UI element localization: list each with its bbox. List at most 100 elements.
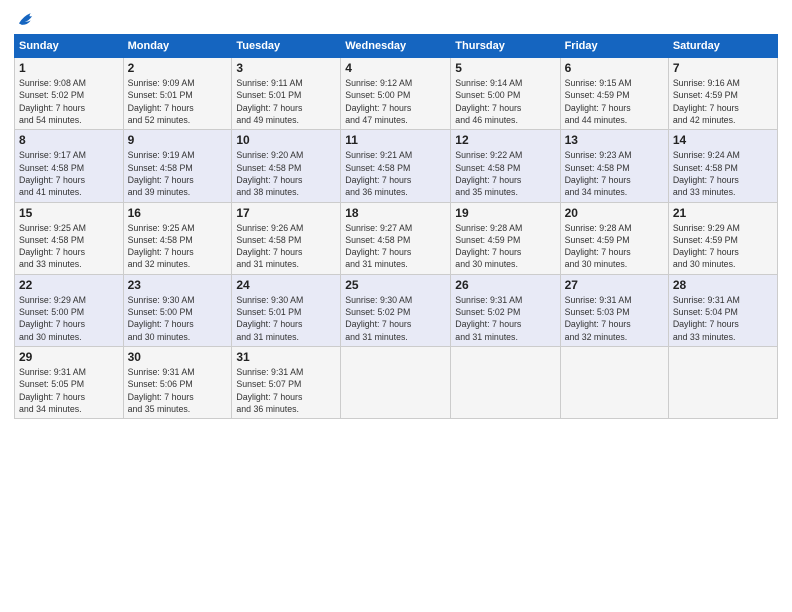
calendar-cell: [668, 347, 777, 419]
day-number: 24: [236, 278, 336, 292]
calendar-cell: 31 Sunrise: 9:31 AMSunset: 5:07 PMDayligh…: [232, 347, 341, 419]
calendar-cell: 14 Sunrise: 9:24 AMSunset: 4:58 PMDayligh…: [668, 130, 777, 202]
calendar-cell: 17Sunrise: 9:26 AMSunset: 4:58 PMDayligh…: [232, 202, 341, 274]
day-info: Sunrise: 9:15 AMSunset: 4:59 PMDaylight:…: [565, 77, 664, 126]
calendar-cell: 26 Sunrise: 9:31 AMSunset: 5:02 PMDayligh…: [451, 274, 560, 346]
day-number: 6: [565, 61, 664, 75]
day-info: Sunrise: 9:25 AMSunset: 4:58 PMDaylight:…: [128, 222, 228, 271]
day-number: 10: [236, 133, 336, 147]
weekday-header-thursday: Thursday: [451, 35, 560, 58]
day-number: 28: [673, 278, 773, 292]
calendar-cell: 29 Sunrise: 9:31 AMSunset: 5:05 PMDayligh…: [15, 347, 124, 419]
day-info: Sunrise: 9:23 AMSunset: 4:58 PMDaylight:…: [565, 149, 664, 198]
day-info: Sunrise: 9:12 AMSunset: 5:00 PMDaylight:…: [345, 77, 446, 126]
day-info: Sunrise: 9:11 AMSunset: 5:01 PMDaylight:…: [236, 77, 336, 126]
day-info: Sunrise: 9:31 AMSunset: 5:04 PMDaylight:…: [673, 294, 773, 343]
day-number: 21: [673, 206, 773, 220]
calendar-cell: 13Sunrise: 9:23 AMSunset: 4:58 PMDayligh…: [560, 130, 668, 202]
weekday-header-friday: Friday: [560, 35, 668, 58]
day-info: Sunrise: 9:16 AMSunset: 4:59 PMDaylight:…: [673, 77, 773, 126]
calendar-cell: 3 Sunrise: 9:11 AMSunset: 5:01 PMDaylight…: [232, 58, 341, 130]
day-number: 30: [128, 350, 228, 364]
day-number: 11: [345, 133, 446, 147]
calendar-cell: 21 Sunrise: 9:29 AMSunset: 4:59 PMDayligh…: [668, 202, 777, 274]
day-info: Sunrise: 9:19 AMSunset: 4:58 PMDaylight:…: [128, 149, 228, 198]
day-number: 1: [19, 61, 119, 75]
day-info: Sunrise: 9:30 AMSunset: 5:01 PMDaylight:…: [236, 294, 336, 343]
header: [14, 10, 778, 28]
weekday-header-tuesday: Tuesday: [232, 35, 341, 58]
calendar-week-row: 1 Sunrise: 9:08 AMSunset: 5:02 PMDaylight…: [15, 58, 778, 130]
day-info: Sunrise: 9:28 AMSunset: 4:59 PMDaylight:…: [455, 222, 555, 271]
day-number: 27: [565, 278, 664, 292]
weekday-header-wednesday: Wednesday: [341, 35, 451, 58]
day-number: 29: [19, 350, 119, 364]
day-number: 20: [565, 206, 664, 220]
day-number: 26: [455, 278, 555, 292]
day-info: Sunrise: 9:29 AMSunset: 5:00 PMDaylight:…: [19, 294, 119, 343]
calendar-cell: 19Sunrise: 9:28 AMSunset: 4:59 PMDayligh…: [451, 202, 560, 274]
day-number: 9: [128, 133, 228, 147]
day-info: Sunrise: 9:09 AMSunset: 5:01 PMDaylight:…: [128, 77, 228, 126]
day-info: Sunrise: 9:17 AMSunset: 4:58 PMDaylight:…: [19, 149, 119, 198]
weekday-header-row: SundayMondayTuesdayWednesdayThursdayFrid…: [15, 35, 778, 58]
day-info: Sunrise: 9:30 AMSunset: 5:02 PMDaylight:…: [345, 294, 446, 343]
day-info: Sunrise: 9:08 AMSunset: 5:02 PMDaylight:…: [19, 77, 119, 126]
calendar-cell: 7Sunrise: 9:16 AMSunset: 4:59 PMDaylight…: [668, 58, 777, 130]
calendar-cell: 1 Sunrise: 9:08 AMSunset: 5:02 PMDaylight…: [15, 58, 124, 130]
day-info: Sunrise: 9:20 AMSunset: 4:58 PMDaylight:…: [236, 149, 336, 198]
calendar-cell: 27 Sunrise: 9:31 AMSunset: 5:03 PMDayligh…: [560, 274, 668, 346]
calendar-cell: 22 Sunrise: 9:29 AMSunset: 5:00 PMDayligh…: [15, 274, 124, 346]
calendar-cell: 20 Sunrise: 9:28 AMSunset: 4:59 PMDayligh…: [560, 202, 668, 274]
calendar-week-row: 22 Sunrise: 9:29 AMSunset: 5:00 PMDayligh…: [15, 274, 778, 346]
day-info: Sunrise: 9:14 AMSunset: 5:00 PMDaylight:…: [455, 77, 555, 126]
day-number: 3: [236, 61, 336, 75]
day-info: Sunrise: 9:29 AMSunset: 4:59 PMDaylight:…: [673, 222, 773, 271]
calendar-cell: 10 Sunrise: 9:20 AMSunset: 4:58 PMDayligh…: [232, 130, 341, 202]
day-number: 31: [236, 350, 336, 364]
calendar-week-row: 29 Sunrise: 9:31 AMSunset: 5:05 PMDayligh…: [15, 347, 778, 419]
calendar-week-row: 8 Sunrise: 9:17 AMSunset: 4:58 PMDaylight…: [15, 130, 778, 202]
day-info: Sunrise: 9:31 AMSunset: 5:07 PMDaylight:…: [236, 366, 336, 415]
calendar-cell: [341, 347, 451, 419]
calendar-cell: 6 Sunrise: 9:15 AMSunset: 4:59 PMDaylight…: [560, 58, 668, 130]
day-number: 8: [19, 133, 119, 147]
calendar-cell: [560, 347, 668, 419]
calendar-cell: 8 Sunrise: 9:17 AMSunset: 4:58 PMDaylight…: [15, 130, 124, 202]
day-number: 14: [673, 133, 773, 147]
calendar-cell: 4 Sunrise: 9:12 AMSunset: 5:00 PMDaylight…: [341, 58, 451, 130]
day-info: Sunrise: 9:27 AMSunset: 4:58 PMDaylight:…: [345, 222, 446, 271]
day-info: Sunrise: 9:22 AMSunset: 4:58 PMDaylight:…: [455, 149, 555, 198]
calendar-cell: 23 Sunrise: 9:30 AMSunset: 5:00 PMDayligh…: [123, 274, 232, 346]
day-info: Sunrise: 9:31 AMSunset: 5:05 PMDaylight:…: [19, 366, 119, 415]
calendar-cell: 2 Sunrise: 9:09 AMSunset: 5:01 PMDaylight…: [123, 58, 232, 130]
day-number: 18: [345, 206, 446, 220]
calendar-cell: 16 Sunrise: 9:25 AMSunset: 4:58 PMDayligh…: [123, 202, 232, 274]
calendar-cell: 18 Sunrise: 9:27 AMSunset: 4:58 PMDayligh…: [341, 202, 451, 274]
day-info: Sunrise: 9:25 AMSunset: 4:58 PMDaylight:…: [19, 222, 119, 271]
day-number: 5: [455, 61, 555, 75]
calendar-week-row: 15Sunrise: 9:25 AMSunset: 4:58 PMDayligh…: [15, 202, 778, 274]
day-number: 4: [345, 61, 446, 75]
day-number: 2: [128, 61, 228, 75]
day-info: Sunrise: 9:31 AMSunset: 5:06 PMDaylight:…: [128, 366, 228, 415]
day-info: Sunrise: 9:31 AMSunset: 5:02 PMDaylight:…: [455, 294, 555, 343]
day-info: Sunrise: 9:26 AMSunset: 4:58 PMDaylight:…: [236, 222, 336, 271]
day-number: 22: [19, 278, 119, 292]
day-number: 16: [128, 206, 228, 220]
calendar-cell: 28 Sunrise: 9:31 AMSunset: 5:04 PMDayligh…: [668, 274, 777, 346]
page-container: SundayMondayTuesdayWednesdayThursdayFrid…: [0, 0, 792, 429]
calendar-cell: [451, 347, 560, 419]
day-info: Sunrise: 9:21 AMSunset: 4:58 PMDaylight:…: [345, 149, 446, 198]
day-info: Sunrise: 9:31 AMSunset: 5:03 PMDaylight:…: [565, 294, 664, 343]
day-info: Sunrise: 9:28 AMSunset: 4:59 PMDaylight:…: [565, 222, 664, 271]
day-number: 23: [128, 278, 228, 292]
day-info: Sunrise: 9:24 AMSunset: 4:58 PMDaylight:…: [673, 149, 773, 198]
logo-bird-icon: [16, 10, 38, 28]
day-info: Sunrise: 9:30 AMSunset: 5:00 PMDaylight:…: [128, 294, 228, 343]
day-number: 12: [455, 133, 555, 147]
weekday-header-saturday: Saturday: [668, 35, 777, 58]
day-number: 25: [345, 278, 446, 292]
calendar-table: SundayMondayTuesdayWednesdayThursdayFrid…: [14, 34, 778, 419]
calendar-cell: 12 Sunrise: 9:22 AMSunset: 4:58 PMDayligh…: [451, 130, 560, 202]
